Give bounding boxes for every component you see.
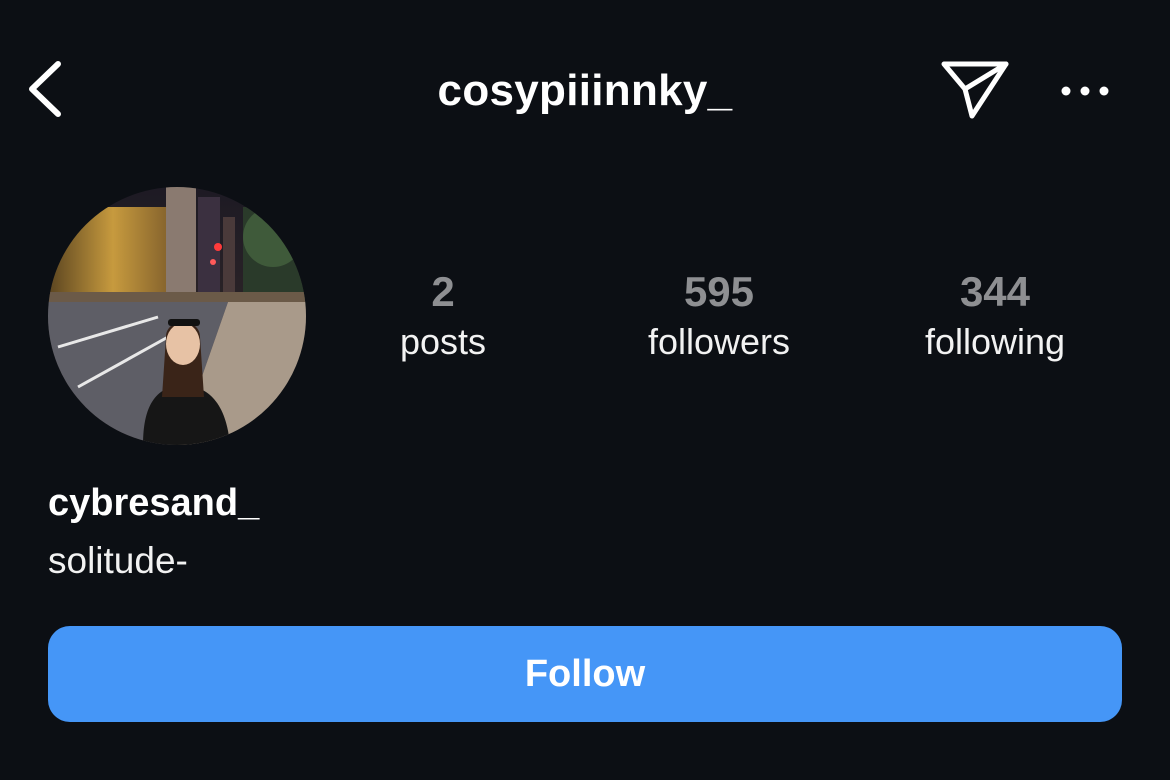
followers-stat[interactable]: 595 followers — [609, 268, 829, 368]
profile-display-name: cybresand_ — [48, 482, 260, 524]
profile-photo — [48, 187, 306, 445]
ellipsis-icon — [1061, 86, 1109, 96]
paper-plane-icon — [941, 61, 1009, 119]
posts-count: 2 — [431, 268, 455, 315]
following-label: following — [924, 321, 1066, 362]
followers-label: followers — [647, 321, 791, 362]
posts-label: posts — [399, 321, 487, 362]
follow-button[interactable]: Follow — [48, 626, 1122, 722]
posts-stat[interactable]: 2 posts — [353, 268, 533, 368]
following-stat[interactable]: 344 following — [885, 268, 1105, 368]
share-profile-button[interactable] — [938, 56, 1012, 122]
more-options-button[interactable] — [1056, 74, 1114, 108]
following-count: 344 — [959, 268, 1031, 315]
followers-count: 595 — [683, 268, 755, 315]
profile-bio: solitude- — [48, 540, 188, 581]
profile-avatar[interactable] — [48, 187, 306, 445]
top-navigation-bar: cosypiiinnky_ — [0, 0, 1170, 180]
